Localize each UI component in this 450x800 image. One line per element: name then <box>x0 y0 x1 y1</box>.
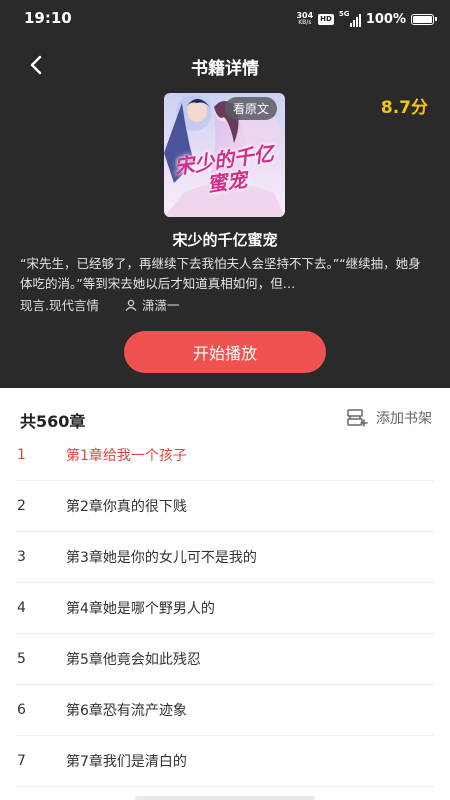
network-speed-unit: KB/s <box>298 19 312 26</box>
add-to-shelf-button[interactable]: 添加书架 <box>346 408 432 428</box>
book-cover[interactable]: 宋少的千亿蜜宠 看原文 <box>164 93 285 217</box>
page-title: 书籍详情 <box>191 59 259 79</box>
chapter-list: 1 第1章给我一个孩子 2 第2章你真的很下贱 3 第3章她是你的女儿可不是我的 4 第4章她… <box>0 430 450 787</box>
chapter-title: 第4章她是哪个野男人的 <box>66 601 215 617</box>
chapter-list-item[interactable]: 1 第1章给我一个孩子 <box>16 430 434 481</box>
chapter-number: 3 <box>17 549 26 565</box>
chapter-list-item[interactable]: 2 第2章你真的很下贱 <box>16 481 434 532</box>
chapter-list-item[interactable]: 6 第6章恐有流产迹象 <box>16 685 434 736</box>
book-synopsis: “宋先生，已经够了，再继续下去我怕夫人会坚持不下去。”“继续抽，她身体吃的消。”… <box>20 256 421 291</box>
chapter-number: 1 <box>17 447 26 463</box>
network-type-label: 5G <box>338 10 350 18</box>
chapter-title: 第6章恐有流产迹象 <box>66 703 187 719</box>
signal-icon: 5G <box>338 10 361 27</box>
hd-icon: HD <box>318 13 334 25</box>
chapter-title: 第1章给我一个孩子 <box>66 448 187 464</box>
start-play-button[interactable]: 开始播放 <box>124 331 326 373</box>
status-bar: 19:10 304 KB/s HD 5G 100% <box>0 0 450 38</box>
book-meta: 现言.现代言情 潇潇一 <box>20 295 180 314</box>
author-name: 潇潇一 <box>141 298 180 313</box>
chapter-number: 4 <box>17 600 26 616</box>
battery-icon <box>411 13 437 25</box>
network-speed-value: 304 <box>296 11 314 20</box>
chapter-list-item[interactable]: 5 第5章他竟会如此残忍 <box>16 634 434 685</box>
chapter-title: 第5章他竟会如此残忍 <box>66 652 201 668</box>
chapter-title: 第2章你真的很下贱 <box>66 499 187 515</box>
chapter-number: 2 <box>17 498 26 514</box>
book-title: 宋少的千亿蜜宠 <box>172 231 278 249</box>
chapter-title: 第7章我们是清白的 <box>66 754 187 770</box>
chapter-list-item[interactable]: 4 第4章她是哪个野男人的 <box>16 583 434 634</box>
status-time: 19:10 <box>24 9 72 27</box>
person-icon <box>125 299 137 311</box>
chapter-count: 共560章 <box>20 412 86 431</box>
chapter-list-item[interactable]: 7 第7章我们是清白的 <box>16 736 434 787</box>
network-speed: 304 KB/s <box>296 11 314 27</box>
book-author: 潇潇一 <box>125 295 180 314</box>
chapter-list-item[interactable]: 3 第3章她是你的女儿可不是我的 <box>16 532 434 583</box>
status-icons: 304 KB/s HD 5G 100% <box>296 10 437 28</box>
battery-level-fill <box>413 15 432 23</box>
book-category: 现言.现代言情 <box>20 298 99 313</box>
book-rating: 8.7分 <box>380 98 428 118</box>
bookshelf-add-icon <box>347 409 368 427</box>
add-to-shelf-label: 添加书架 <box>376 411 432 427</box>
chapter-title: 第3章她是你的女儿可不是我的 <box>66 550 257 566</box>
home-indicator <box>135 796 315 800</box>
view-original-badge[interactable]: 看原文 <box>224 97 277 120</box>
chapter-number: 5 <box>17 651 26 667</box>
book-detail-header: 19:10 304 KB/s HD 5G 100% 书籍详情 8.7分 宋少的千… <box>0 0 450 388</box>
chapter-number: 6 <box>17 702 26 718</box>
chapter-number: 7 <box>17 753 26 769</box>
battery-percent: 100% <box>365 11 406 27</box>
